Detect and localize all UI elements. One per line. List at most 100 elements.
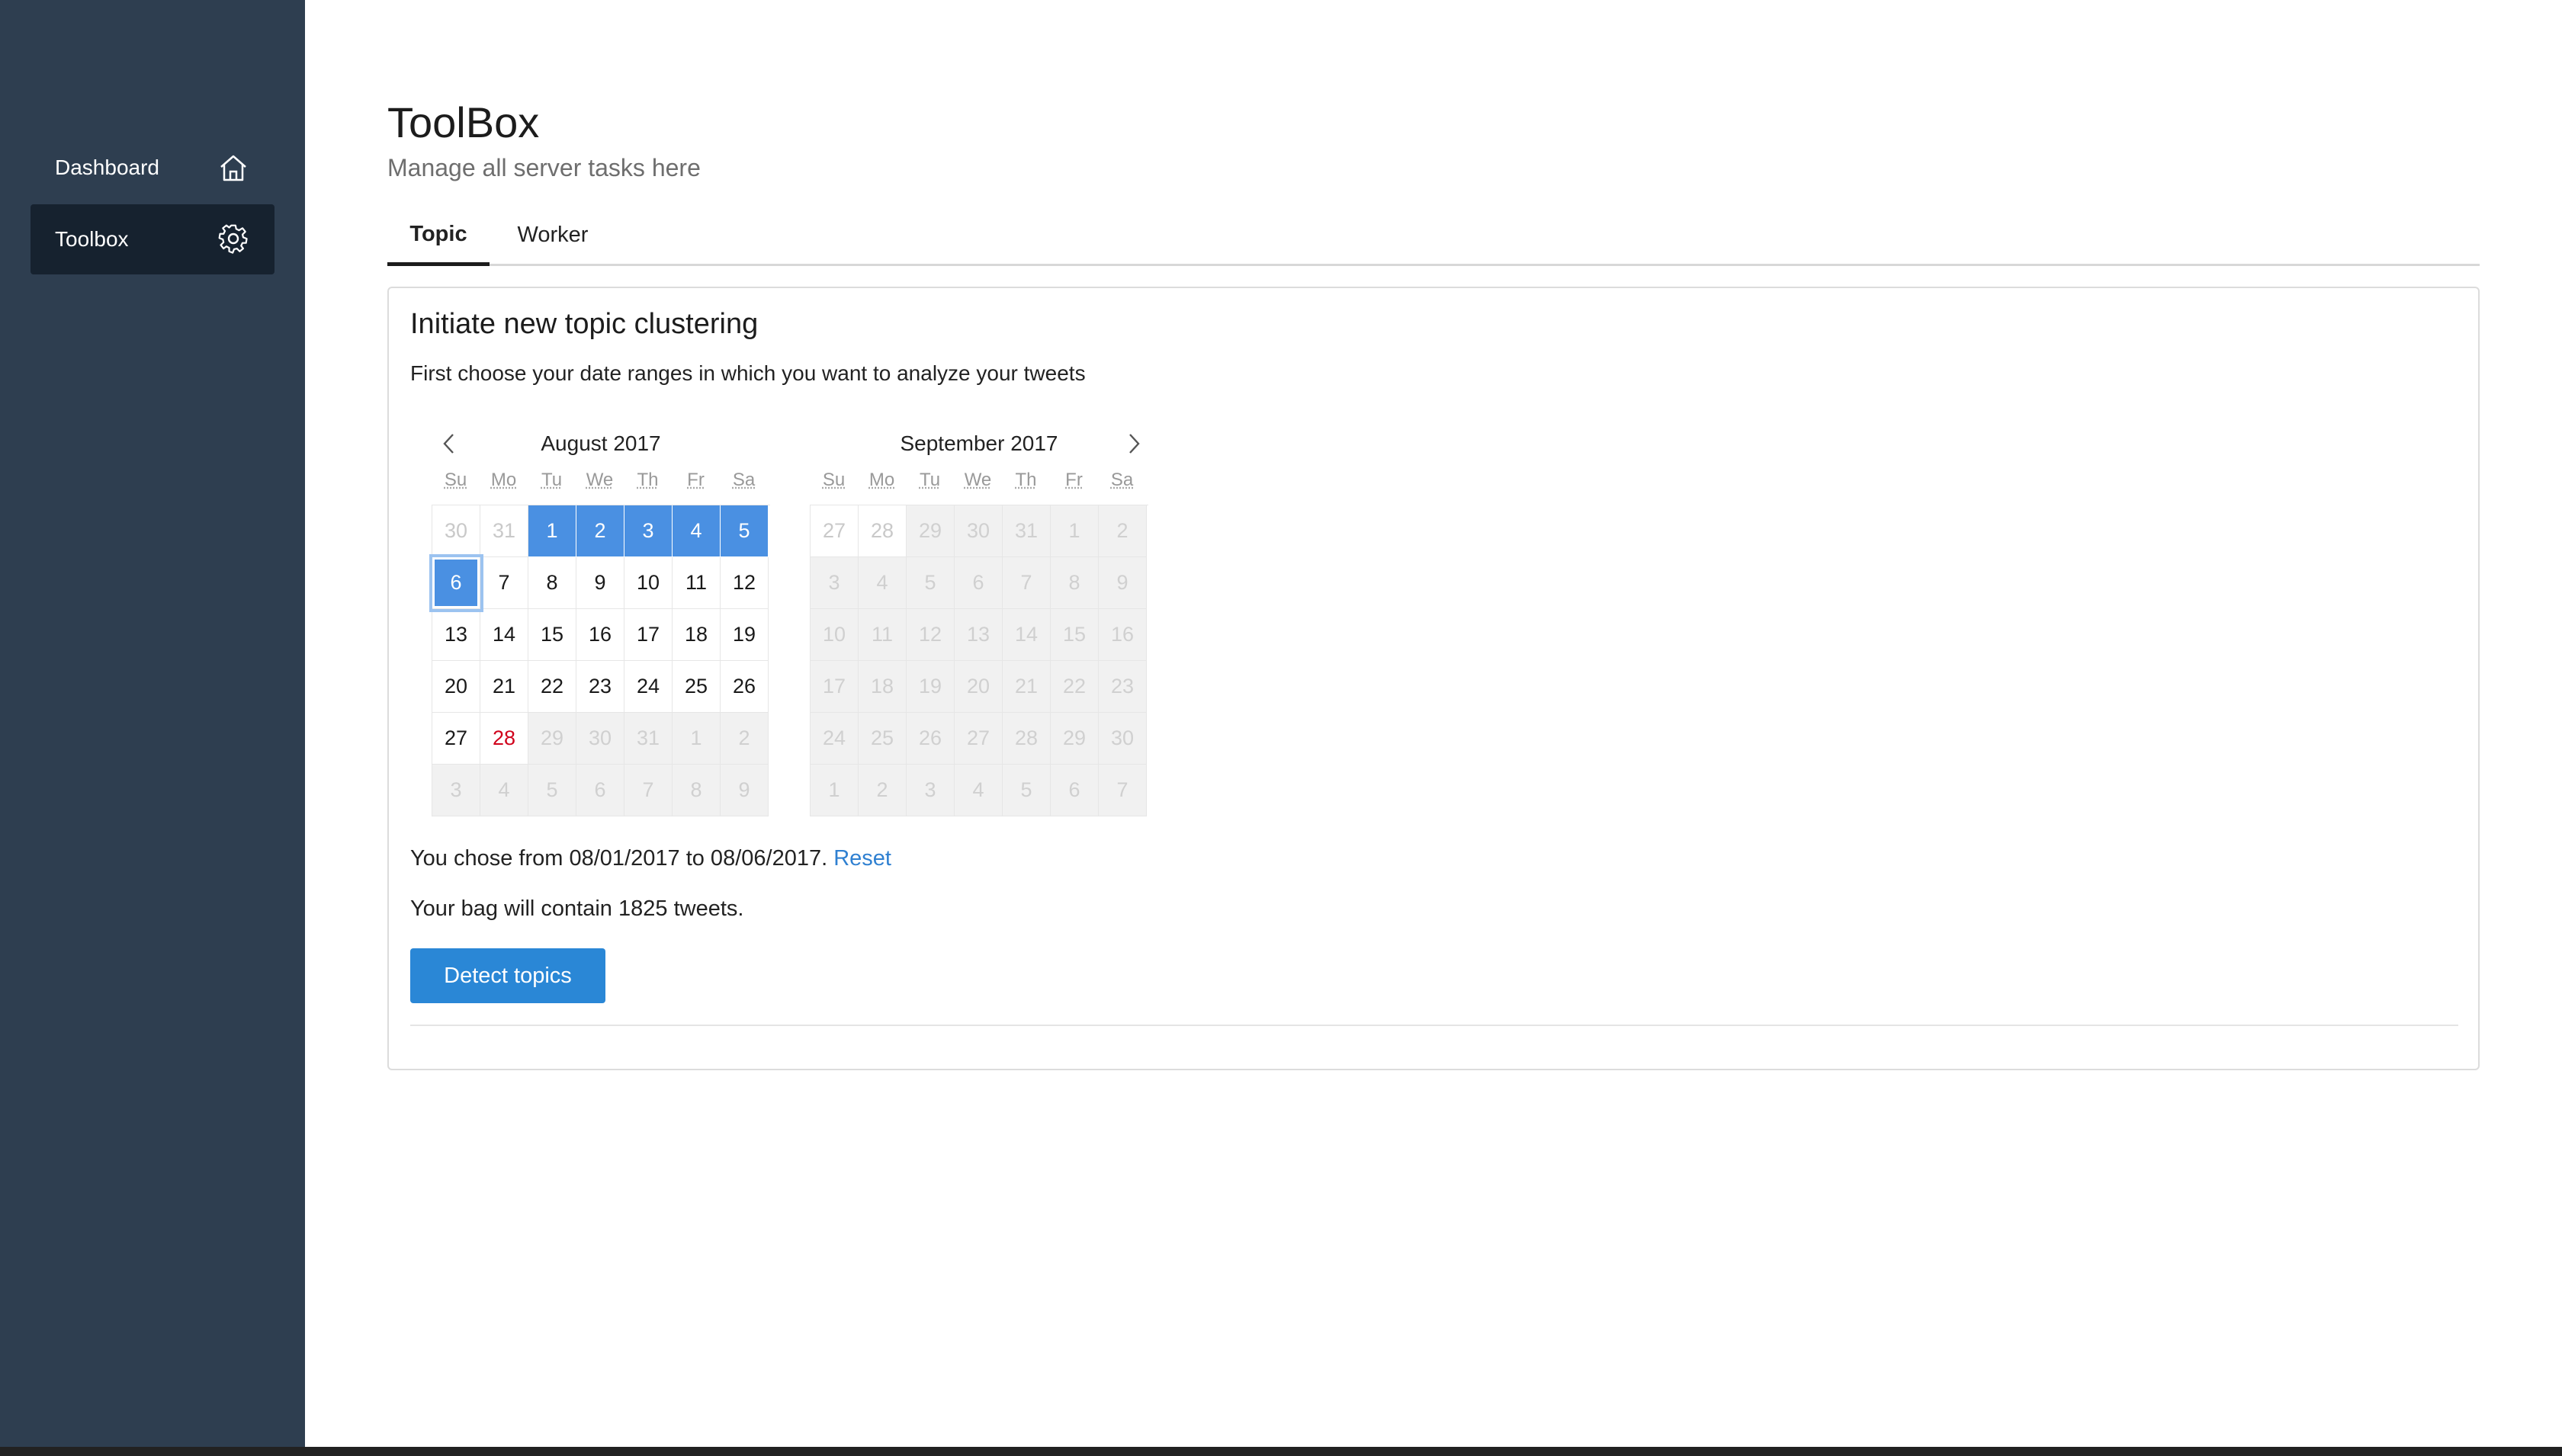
calendar-day: 24 xyxy=(811,713,859,765)
weekday-label: Tu xyxy=(541,470,563,490)
calendar-day[interactable]: 20 xyxy=(432,661,480,713)
calendar-day[interactable]: 1 xyxy=(528,505,576,557)
calendar-month-header: August 2017 xyxy=(432,424,770,463)
calendar-day[interactable]: 7 xyxy=(480,557,528,609)
calendar-day[interactable]: 25 xyxy=(673,661,721,713)
calendar-day: 26 xyxy=(907,713,955,765)
home-icon xyxy=(220,155,246,181)
calendar-day[interactable]: 13 xyxy=(432,609,480,661)
calendar-day[interactable]: 10 xyxy=(624,557,673,609)
page-subtitle: Manage all server tasks here xyxy=(387,154,701,181)
sidebar-item-label: Toolbox xyxy=(55,227,129,251)
calendar-day: 29 xyxy=(1051,713,1099,765)
sidebar-item-dashboard[interactable]: Dashboard xyxy=(30,133,274,203)
calendar-day: 9 xyxy=(721,765,769,816)
calendar-day: 1 xyxy=(673,713,721,765)
panel-title: Initiate new topic clustering xyxy=(410,308,759,340)
weekday-label: Mo xyxy=(868,470,895,490)
weekday-label: Mo xyxy=(490,470,517,490)
calendar-day: 30 xyxy=(576,713,624,765)
calendar-day: 4 xyxy=(955,765,1003,816)
calendar-day[interactable]: 18 xyxy=(673,609,721,661)
calendar-day: 4 xyxy=(859,557,907,609)
calendar-day[interactable]: 16 xyxy=(576,609,624,661)
calendar-day: 20 xyxy=(955,661,1003,713)
calendar-day: 4 xyxy=(480,765,528,816)
sidebar-item-label: Dashboard xyxy=(55,156,159,179)
calendar-day: 2 xyxy=(859,765,907,816)
chevron-right-icon[interactable] xyxy=(1121,431,1145,456)
calendar-day[interactable]: 27 xyxy=(432,713,480,765)
calendar-day: 8 xyxy=(1051,557,1099,609)
gear-icon xyxy=(218,224,248,254)
weekday-label: Fr xyxy=(1065,470,1083,490)
calendar-day: 10 xyxy=(811,609,859,661)
calendar-day: 27 xyxy=(955,713,1003,765)
chosen-range-text: You chose from 08/01/2017 to 08/06/2017.… xyxy=(410,846,891,871)
calendar-day[interactable]: 24 xyxy=(624,661,673,713)
weekday-label: Th xyxy=(637,470,659,490)
chevron-left-icon[interactable] xyxy=(438,431,462,456)
calendar-day[interactable]: 3 xyxy=(624,505,673,557)
calendar-day[interactable]: 15 xyxy=(528,609,576,661)
calendar-day[interactable]: 22 xyxy=(528,661,576,713)
weekday-row: Su Mo Tu We Th Fr Sa xyxy=(810,463,1148,497)
calendar-september: September 2017 Su Mo Tu We Th Fr Sa 27 28 29 30 31… xyxy=(810,424,1148,816)
calendar-day[interactable]: 26 xyxy=(721,661,769,713)
calendar-day: 18 xyxy=(859,661,907,713)
calendar-day[interactable]: 8 xyxy=(528,557,576,609)
calendar-day[interactable]: 5 xyxy=(721,505,769,557)
tab-worker[interactable]: Worker xyxy=(502,206,604,264)
calendar-day[interactable]: 12 xyxy=(721,557,769,609)
calendar-day[interactable]: 23 xyxy=(576,661,624,713)
calendar-day[interactable]: 31 xyxy=(480,505,528,557)
calendar-day: 1 xyxy=(1051,505,1099,557)
reset-link[interactable]: Reset xyxy=(833,846,891,871)
calendar-day[interactable]: 28 xyxy=(480,713,528,765)
calendar-day: 3 xyxy=(907,765,955,816)
calendar-day: 3 xyxy=(432,765,480,816)
calendar-day[interactable]: 30 xyxy=(432,505,480,557)
calendar-day: 6 xyxy=(955,557,1003,609)
calendar-day[interactable]: 11 xyxy=(673,557,721,609)
detect-topics-button[interactable]: Detect topics xyxy=(410,948,605,1003)
calendar-day[interactable]: 4 xyxy=(673,505,721,557)
topic-panel: Initiate new topic clustering First choo… xyxy=(387,287,2480,1070)
calendar-day[interactable]: 2 xyxy=(576,505,624,557)
divider xyxy=(410,1025,2458,1026)
calendar-month-label: September 2017 xyxy=(900,431,1058,455)
calendar-day[interactable]: 9 xyxy=(576,557,624,609)
bag-size-text: Your bag will contain 1825 tweets. xyxy=(410,896,744,921)
tab-topic[interactable]: Topic xyxy=(387,206,490,266)
weekday-label: Th xyxy=(1015,470,1037,490)
calendar-day: 5 xyxy=(907,557,955,609)
sidebar-item-toolbox[interactable]: Toolbox xyxy=(30,204,274,274)
calendar-day: 11 xyxy=(859,609,907,661)
calendar-day: 19 xyxy=(907,661,955,713)
calendar-day: 13 xyxy=(955,609,1003,661)
calendar-day[interactable]: 21 xyxy=(480,661,528,713)
calendar-day: 29 xyxy=(907,505,955,557)
calendar-day: 22 xyxy=(1051,661,1099,713)
calendar-day[interactable]: 6 xyxy=(432,557,480,609)
calendar-day[interactable]: 17 xyxy=(624,609,673,661)
calendar-day: 23 xyxy=(1099,661,1147,713)
main-content: ToolBox Manage all server tasks here Top… xyxy=(305,0,2562,1447)
weekday-label: Fr xyxy=(687,470,705,490)
calendar-day: 8 xyxy=(673,765,721,816)
calendar-day[interactable]: 27 xyxy=(811,505,859,557)
calendar-day: 1 xyxy=(811,765,859,816)
calendar-day: 7 xyxy=(1003,557,1051,609)
weekday-label: We xyxy=(586,470,614,490)
calendar-day: 12 xyxy=(907,609,955,661)
calendar-day: 5 xyxy=(1003,765,1051,816)
calendar-day[interactable]: 14 xyxy=(480,609,528,661)
calendar-day: 5 xyxy=(528,765,576,816)
calendar-day: 2 xyxy=(721,713,769,765)
calendar-day[interactable]: 28 xyxy=(859,505,907,557)
bottom-edge xyxy=(0,1447,2562,1456)
calendar-day: 7 xyxy=(1099,765,1147,816)
calendar-day: 29 xyxy=(528,713,576,765)
calendar-day: 21 xyxy=(1003,661,1051,713)
calendar-day[interactable]: 19 xyxy=(721,609,769,661)
